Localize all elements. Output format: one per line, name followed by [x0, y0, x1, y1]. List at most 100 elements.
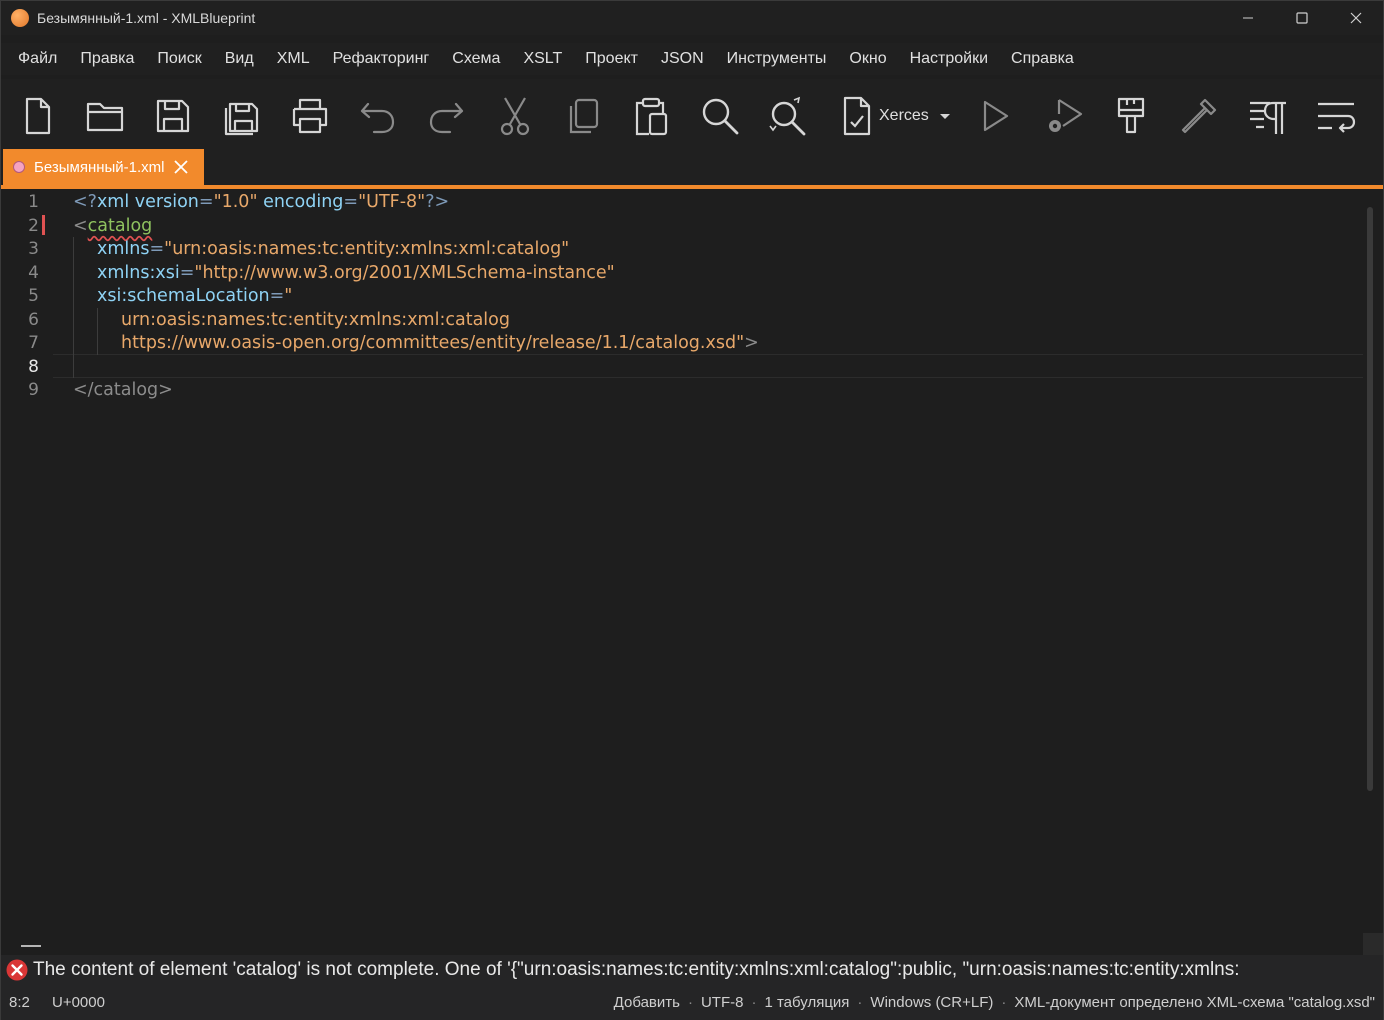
print-button[interactable]	[283, 89, 337, 143]
token: =	[269, 286, 285, 306]
encoding[interactable]: UTF-8	[701, 985, 744, 1020]
undo-button[interactable]	[351, 89, 405, 143]
run-settings-button[interactable]	[1036, 89, 1090, 143]
menu-help[interactable]: Справка	[999, 43, 1085, 75]
current-line-highlight	[53, 354, 1363, 378]
token: </catalog>	[73, 380, 173, 400]
menu-json[interactable]: JSON	[649, 43, 715, 75]
menu-edit[interactable]: Правка	[68, 43, 145, 75]
token: =	[179, 263, 195, 283]
title-bar[interactable]: Безымянный-1.xml - XMLBlueprint	[1, 1, 1383, 35]
status-separator: ·	[687, 994, 693, 1011]
cut-icon	[500, 97, 530, 136]
line-number: 2	[28, 216, 39, 236]
app-logo-icon	[11, 9, 29, 27]
close-window-button[interactable]	[1329, 1, 1383, 35]
code-line-3: xmlns="urn:oasis:names:tc:entity:xmlns:x…	[97, 237, 569, 261]
menu-file[interactable]: Файл	[6, 43, 68, 75]
menu-refactoring[interactable]: Рефакторинг	[321, 43, 441, 75]
new-file-button[interactable]	[10, 89, 64, 143]
tab-bar: Безымянный-1.xml	[1, 149, 1383, 189]
token: urn:oasis:names:tc:entity:xmlns:xml:cata…	[121, 310, 510, 330]
token: xsi:schemaLocation	[97, 286, 270, 306]
replace-button[interactable]	[761, 89, 815, 143]
format-button[interactable]	[1104, 89, 1158, 143]
scrollbar-corner	[1363, 933, 1383, 955]
save-button[interactable]	[146, 89, 200, 143]
replace-icon	[769, 96, 806, 136]
open-folder-button[interactable]	[78, 89, 132, 143]
code-line-5: xsi:schemaLocation="	[97, 284, 292, 308]
code-line-7: https://www.oasis-open.org/committees/en…	[121, 331, 759, 355]
insert-mode[interactable]: Добавить	[614, 985, 680, 1020]
error-panel[interactable]: The content of element 'catalog' is not …	[1, 955, 1383, 985]
line-number: 9	[28, 380, 39, 400]
tab-document[interactable]: Безымянный-1.xml	[3, 149, 204, 185]
code-editor[interactable]: 1 2 3 4 5 6 7 8 9 <?xml version="1.0" en…	[1, 189, 1383, 931]
window-title: Безымянный-1.xml - XMLBlueprint	[37, 10, 256, 26]
menu-schema[interactable]: Схема	[440, 43, 511, 75]
color-picker-button[interactable]	[1172, 89, 1226, 143]
modified-line-marker	[42, 215, 45, 235]
save-all-icon	[224, 102, 259, 136]
token: version	[129, 192, 199, 212]
find-button[interactable]	[693, 89, 747, 143]
line-number: 6	[28, 310, 39, 330]
menu-window[interactable]: Окно	[837, 43, 897, 75]
menu-settings[interactable]: Настройки	[898, 43, 999, 75]
minimize-button[interactable]	[1221, 1, 1275, 35]
horizontal-scrollbar[interactable]	[1, 933, 1383, 955]
word-wrap-button[interactable]	[1309, 89, 1363, 143]
word-wrap-icon	[1318, 102, 1356, 133]
save-icon	[156, 99, 190, 133]
token: "http://www.w3.org/2001/XMLSchema-instan…	[194, 263, 615, 283]
close-icon	[1350, 12, 1362, 24]
tab-label: Безымянный-1.xml	[34, 158, 165, 176]
redo-button[interactable]	[419, 89, 473, 143]
scrollbar-thumb[interactable]	[21, 945, 41, 947]
toolbar: Xerces	[1, 79, 1383, 151]
show-whitespace-icon	[1250, 101, 1286, 134]
save-all-button[interactable]	[215, 89, 269, 143]
token: "UTF-8"	[358, 192, 426, 212]
line-number-active: 8	[28, 357, 39, 377]
redo-icon	[429, 102, 464, 134]
indent-guide	[97, 308, 98, 355]
line-endings[interactable]: Windows (CR+LF)	[870, 985, 993, 1020]
show-whitespace-button[interactable]	[1241, 89, 1295, 143]
paste-icon	[635, 97, 668, 136]
token: xml	[96, 192, 130, 212]
run-button[interactable]	[967, 89, 1021, 143]
error-message: The content of element 'catalog' is not …	[33, 959, 1240, 980]
paste-button[interactable]	[624, 89, 678, 143]
format-icon	[1117, 97, 1145, 134]
unsaved-indicator-icon	[13, 161, 25, 173]
code-line-4: xmlns:xsi="http://www.w3.org/2001/XMLSch…	[97, 261, 615, 285]
vertical-scrollbar[interactable]	[1367, 207, 1373, 791]
menu-search[interactable]: Поиск	[145, 43, 212, 75]
menu-tools[interactable]: Инструменты	[715, 43, 838, 75]
open-folder-icon	[86, 102, 124, 132]
indentation[interactable]: 1 табуляция	[764, 985, 849, 1020]
validate-icon	[843, 96, 871, 136]
cut-button[interactable]	[488, 89, 542, 143]
minimize-icon	[1243, 17, 1253, 19]
menu-xml[interactable]: XML	[265, 43, 321, 75]
app-window: Безымянный-1.xml - XMLBlueprint Файл Пра…	[0, 0, 1384, 1020]
token: https://www.oasis-open.org/committees/en…	[121, 333, 745, 353]
menu-xslt[interactable]: XSLT	[511, 43, 573, 75]
status-separator: ·	[857, 994, 863, 1011]
validator-selector[interactable]: Xerces	[839, 89, 953, 143]
menu-project[interactable]: Проект	[573, 43, 649, 75]
color-picker-icon	[1181, 98, 1217, 134]
token: >	[744, 333, 759, 353]
maximize-button[interactable]	[1275, 1, 1329, 35]
document-schema[interactable]: XML-документ определено XML-схема "catal…	[1014, 985, 1375, 1020]
line-number: 4	[28, 263, 39, 283]
tab-close-icon[interactable]	[173, 159, 189, 175]
copy-button[interactable]	[556, 89, 610, 143]
code-line-1: <?xml version="1.0" encoding="UTF-8"?>	[73, 190, 449, 214]
cursor-position[interactable]: 8:2	[9, 985, 30, 1020]
menu-view[interactable]: Вид	[213, 43, 265, 75]
window-controls	[1221, 1, 1383, 35]
